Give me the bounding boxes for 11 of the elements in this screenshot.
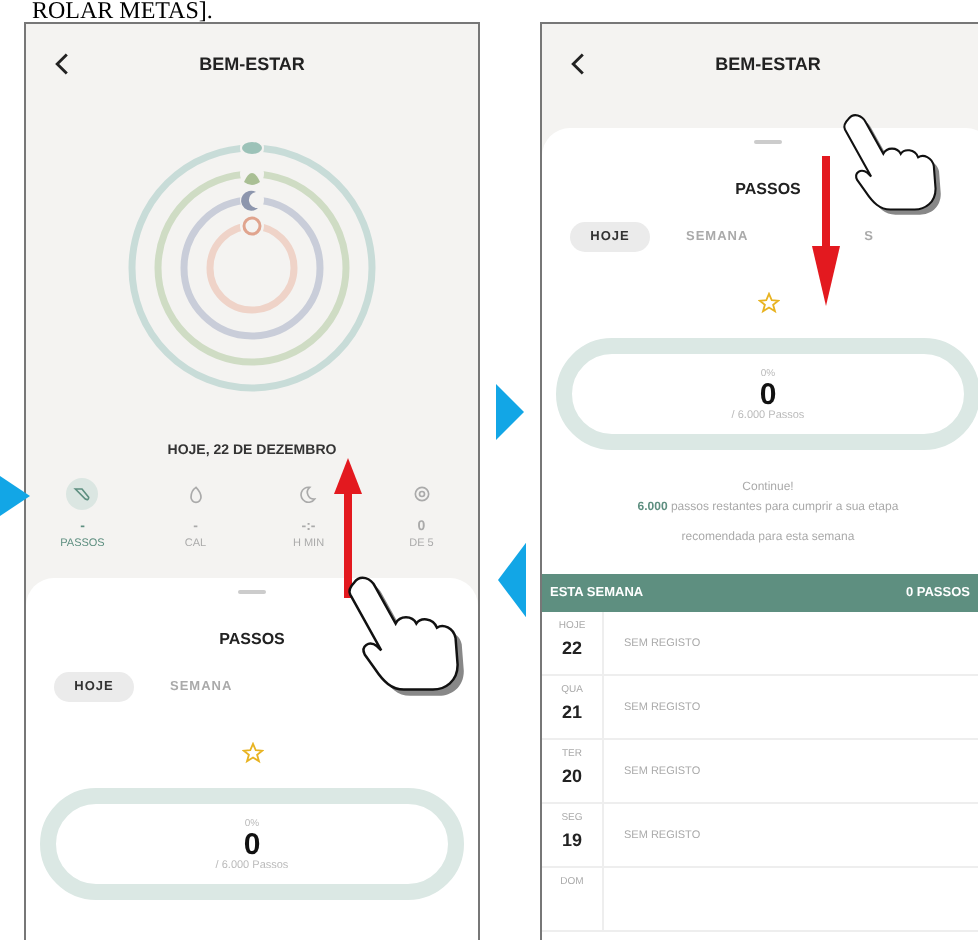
sheet-title: PASSOS	[735, 180, 801, 198]
step-count: 0	[759, 379, 777, 409]
caption-text: ROLAR METAS].	[30, 0, 215, 22]
step-count: 0	[243, 829, 261, 859]
screen-title: BEM-ESTAR	[199, 54, 305, 74]
day-number: 21	[561, 702, 582, 722]
sheet-title: PASSOS	[219, 630, 285, 648]
day-number: 19	[561, 830, 582, 850]
day-number: 20	[561, 766, 582, 786]
day-number: 22	[561, 638, 582, 658]
screen-title: BEM-ESTAR	[715, 54, 821, 74]
